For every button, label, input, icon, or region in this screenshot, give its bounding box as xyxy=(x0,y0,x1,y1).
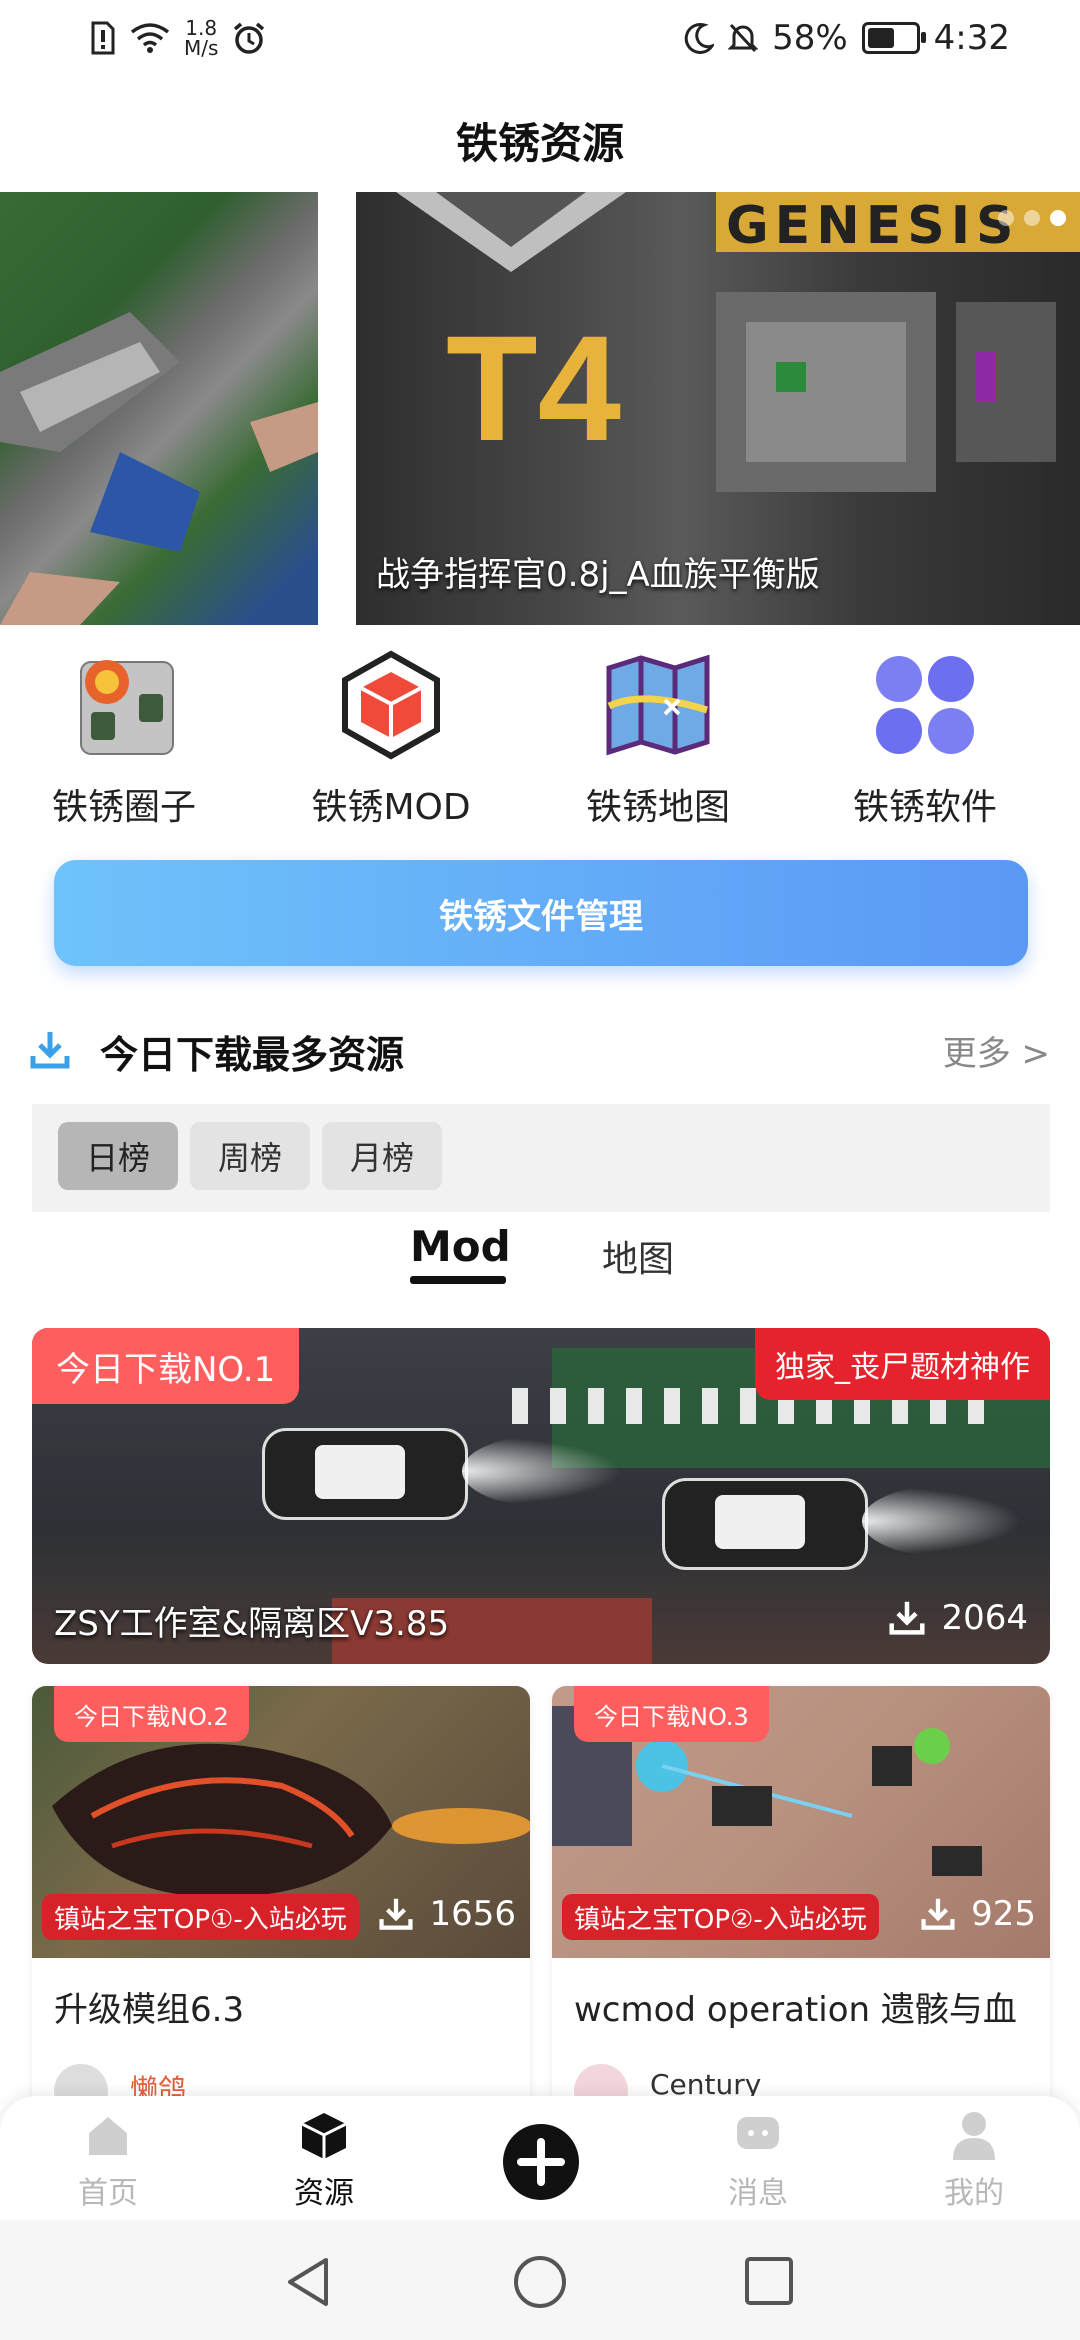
nav-label: 消息 xyxy=(728,2176,788,2211)
category-label: 铁锈圈子 xyxy=(51,787,196,828)
banner-previous-slide[interactable] xyxy=(0,192,318,625)
nav-profile[interactable]: 我的 xyxy=(904,2110,1044,2212)
featured-tag: 镇站之宝TOP①-入站必玩 xyxy=(42,1894,359,1940)
tab-monthly[interactable]: 月榜 xyxy=(322,1122,442,1190)
rank-tab-bar: 日榜 周榜 月榜 xyxy=(32,1104,1050,1212)
battery-fill xyxy=(867,28,895,48)
featured-resource-card[interactable]: 今日下载NO.1 独家_丧尸题材神作 ZSY工作室&隔离区V3.85 2064 xyxy=(32,1328,1050,1664)
banner-pager xyxy=(998,210,1066,226)
download-count: 2064 xyxy=(889,1598,1028,1638)
status-right: 58% 4:32 xyxy=(684,18,1010,58)
back-icon[interactable] xyxy=(284,2256,332,2308)
hexagon-cube-icon xyxy=(342,650,440,760)
resource-card[interactable]: 今日下载NO.3 镇站之宝TOP②-入站必玩 925 wcmod operati… xyxy=(552,1686,1050,2116)
sim-alert-icon xyxy=(91,21,115,55)
banner-slide[interactable]: GENESIS T4 战争指挥官0.8j_A血族平衡版 xyxy=(356,192,1080,625)
alarm-icon xyxy=(234,22,265,54)
page-title: 铁锈资源 xyxy=(455,119,624,168)
resource-card[interactable]: 今日下载NO.2 镇站之宝TOP①-入站必玩 1656 升级模组6.3 懒鸽 xyxy=(32,1686,530,2116)
file-manager-button[interactable]: 铁锈文件管理 xyxy=(54,860,1028,966)
mute-bell-icon xyxy=(728,23,759,53)
category-rust-map[interactable]: 铁锈地图 xyxy=(548,650,768,830)
banner-art-text-big: T4 xyxy=(446,304,622,472)
status-left: 1.8 M/s xyxy=(90,18,266,58)
police-car xyxy=(662,1478,868,1570)
exclusive-badge: 独家_丧尸题材神作 xyxy=(755,1328,1050,1400)
status-bar: 1.8 M/s 58% 4:32 xyxy=(0,0,1080,82)
headlight-beam xyxy=(462,1436,622,1506)
nav-label: 首页 xyxy=(78,2176,138,2211)
nav-resources[interactable]: 资源 xyxy=(254,2110,394,2212)
cube-icon xyxy=(301,2113,347,2159)
category-label: 铁锈MOD xyxy=(311,787,471,828)
download-icon xyxy=(30,1032,70,1069)
plus-icon xyxy=(517,2138,565,2186)
speed-value: 1.8 xyxy=(185,16,218,40)
banner-caption: 战争指挥官0.8j_A血族平衡版 xyxy=(376,555,820,595)
rank-badge: 今日下载NO.2 xyxy=(54,1686,249,1742)
download-count-value: 2064 xyxy=(941,1598,1028,1638)
category-rust-software[interactable]: 铁锈软件 xyxy=(815,650,1035,830)
resource-title: 升级模组6.3 xyxy=(54,1990,245,2030)
pager-dot xyxy=(1024,210,1040,226)
nav-label: 我的 xyxy=(944,2176,1004,2211)
nav-messages[interactable]: 消息 xyxy=(688,2110,828,2212)
resource-name: ZSY工作室&隔离区V3.85 xyxy=(54,1604,450,1644)
tab-daily[interactable]: 日榜 xyxy=(58,1122,178,1190)
app-grid-icon xyxy=(876,656,974,754)
section-title: 今日下载最多资源 xyxy=(100,1033,405,1077)
battery-percent: 58% xyxy=(772,18,848,58)
map-icon xyxy=(606,654,710,756)
download-count-value: 925 xyxy=(971,1894,1036,1934)
more-link[interactable]: 更多 > xyxy=(943,1026,1050,1075)
police-car xyxy=(262,1428,468,1520)
resource-title: wcmod operation 遗骸与血 xyxy=(574,1990,1017,2030)
download-count-value: 1656 xyxy=(429,1894,516,1934)
category-label: 铁锈软件 xyxy=(852,787,997,828)
download-count: 1656 xyxy=(379,1894,516,1934)
message-icon xyxy=(737,2117,779,2149)
banner-art-text-top: GENESIS xyxy=(726,196,1020,256)
category-rust-mod[interactable]: 铁锈MOD xyxy=(281,650,501,830)
download-icon xyxy=(379,1898,414,1930)
network-speed: 1.8 M/s xyxy=(184,18,218,58)
featured-tag: 镇站之宝TOP②-入站必玩 xyxy=(562,1894,879,1940)
user-icon xyxy=(953,2112,995,2160)
tank-circle-icon xyxy=(80,660,174,755)
banner-base-art xyxy=(716,292,1056,492)
banner-previous-art xyxy=(0,312,318,625)
clock: 4:32 xyxy=(933,18,1010,58)
tab-map[interactable]: 地图 xyxy=(602,1230,674,1282)
nav-home[interactable]: 首页 xyxy=(38,2110,178,2212)
rank-badge: 今日下载NO.1 xyxy=(32,1328,300,1404)
moon-icon xyxy=(684,22,715,54)
download-icon xyxy=(921,1898,955,1930)
wifi-icon xyxy=(130,23,170,53)
category-rust-circle[interactable]: 铁锈圈子 xyxy=(14,650,234,830)
create-button[interactable] xyxy=(503,2124,579,2200)
active-tab-indicator xyxy=(410,1276,506,1284)
nav-label: 资源 xyxy=(294,2176,354,2211)
battery-icon xyxy=(861,22,926,54)
download-count: 925 xyxy=(921,1894,1036,1934)
rank-badge: 今日下载NO.3 xyxy=(574,1686,769,1742)
speed-unit: M/s xyxy=(184,36,219,60)
category-label: 铁锈地图 xyxy=(585,787,730,828)
tab-weekly[interactable]: 周榜 xyxy=(190,1122,310,1190)
home-circle-icon[interactable] xyxy=(512,2254,568,2310)
tab-mod[interactable]: Mod xyxy=(410,1222,511,1271)
home-icon xyxy=(89,2117,127,2155)
headlight-beam xyxy=(862,1486,1022,1556)
banner-emblem xyxy=(396,192,626,272)
system-navigation-bar xyxy=(0,2220,1080,2340)
download-icon xyxy=(889,1601,926,1635)
recents-icon[interactable] xyxy=(744,2256,794,2306)
pager-dot-active xyxy=(1050,210,1066,226)
pager-dot xyxy=(998,210,1014,226)
